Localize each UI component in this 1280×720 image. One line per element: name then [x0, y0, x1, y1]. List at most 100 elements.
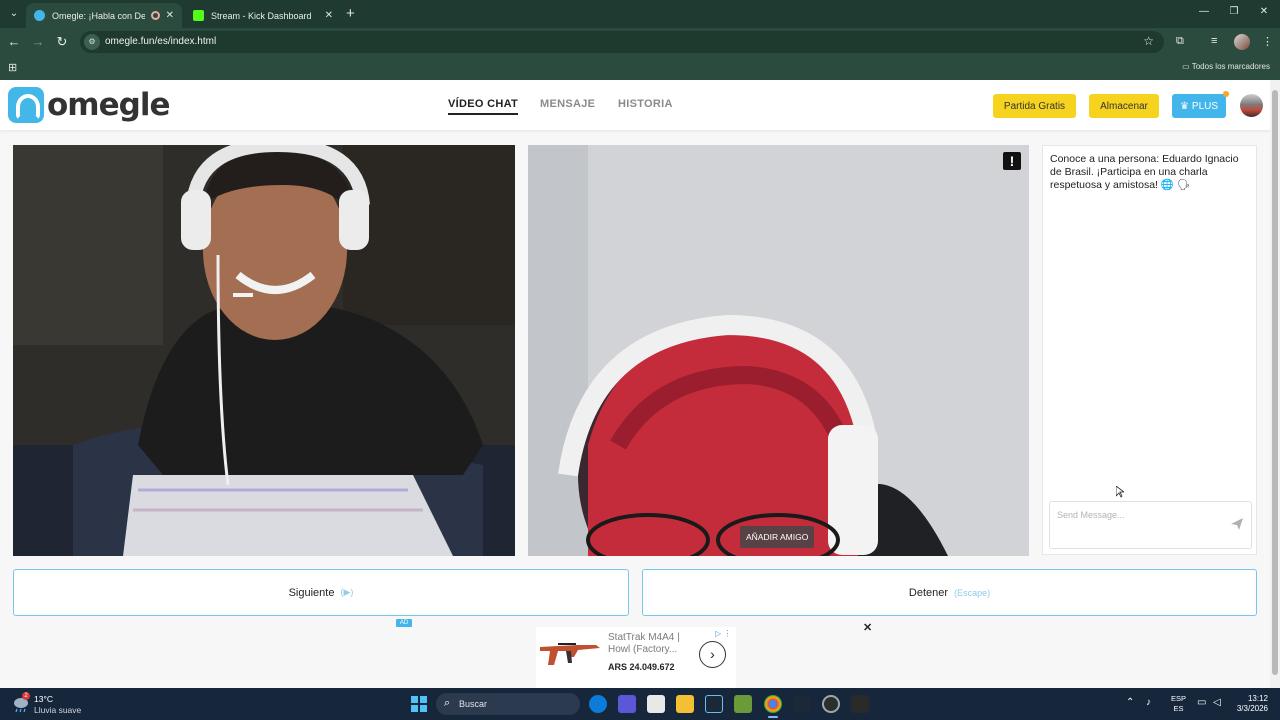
send-icon[interactable]	[1230, 517, 1244, 531]
microphone-icon[interactable]: ♪	[1146, 697, 1151, 708]
address-bar[interactable]: ⚙ omegle.fun/es/index.html ☆	[80, 31, 1164, 53]
profile-avatar[interactable]	[1234, 34, 1250, 50]
chrome-icon[interactable]	[764, 695, 782, 718]
windows-start-icon[interactable]	[411, 696, 427, 712]
ad-choices-icon[interactable]: ▷ ⋮	[715, 629, 731, 638]
obs-icon[interactable]	[822, 695, 840, 713]
next-button[interactable]: Siguiente (▶)	[13, 569, 629, 616]
all-bookmarks-label: Todos los marcadores	[1191, 62, 1270, 71]
omegle-logo[interactable]: omegle	[8, 87, 170, 123]
stop-button[interactable]: Detener (Escape)	[642, 569, 1257, 616]
page-content: omegle VÍDEO CHAT MENSAJE HISTORIA Parti…	[0, 80, 1270, 688]
minimize-icon[interactable]: —	[1194, 6, 1214, 17]
ad-title: StatTrak M4A4 | Howl (Factory...	[608, 632, 680, 655]
volume-icon[interactable]: ◁	[1213, 697, 1221, 708]
reload-icon[interactable]: ↻	[54, 34, 70, 50]
stop-hint: (Escape)	[954, 587, 991, 598]
bookmark-star-icon[interactable]: ☆	[1143, 34, 1154, 48]
minecraft-icon[interactable]	[734, 695, 752, 713]
tab-search-chevron-icon[interactable]: ⌄	[6, 6, 22, 22]
clock-time: 13:12	[1247, 694, 1268, 703]
steam-secondary-icon[interactable]	[793, 695, 811, 713]
nav-historia[interactable]: HISTORIA	[618, 98, 673, 110]
restore-icon[interactable]: ❐	[1224, 6, 1244, 17]
folder-icon: ▭	[1182, 62, 1192, 71]
weather-badge: 2	[22, 692, 30, 700]
microsoft-365-icon[interactable]	[618, 695, 636, 713]
tab-omegle[interactable]: Omegle: ¡Habla con Descon ✕	[26, 3, 182, 28]
edge-icon[interactable]	[589, 695, 607, 713]
scrollbar-thumb[interactable]	[1272, 90, 1278, 675]
kick-favicon-icon	[193, 10, 204, 21]
chat-input-placeholder: Send Message...	[1057, 510, 1125, 520]
plus-label: PLUS	[1191, 100, 1219, 112]
network-icon[interactable]: ▭	[1197, 697, 1206, 708]
extensions-icon[interactable]: ⧉	[1176, 35, 1184, 48]
free-match-button[interactable]: Partida Gratis	[993, 94, 1076, 118]
browser-menu-icon[interactable]: ⋮	[1262, 35, 1273, 48]
all-bookmarks-button[interactable]: ▭ Todos los marcadores	[1182, 62, 1270, 71]
tab-kick-title: Stream - Kick Dashboard	[211, 10, 312, 21]
notification-dot	[1223, 91, 1229, 97]
microsoft-store-icon[interactable]	[647, 695, 665, 713]
back-icon[interactable]: ←	[6, 34, 22, 49]
stop-label: Detener	[908, 586, 949, 599]
logo-text: omegle	[47, 87, 170, 123]
language-code: ESP	[1171, 694, 1187, 703]
recording-indicator-icon	[150, 11, 160, 20]
page-scrollbar[interactable]	[1270, 80, 1280, 688]
self-video: ! AÑADIR AMIGO	[528, 145, 1029, 556]
url-text: omegle.fun/es/index.html	[105, 36, 217, 47]
clock[interactable]: 13:12 3/3/2026	[1228, 694, 1268, 714]
browser-toolbar: ← → ↻ ⚙ omegle.fun/es/index.html ☆ ⧉ ≡ ⋮	[0, 28, 1280, 56]
next-hint: (▶)	[340, 587, 354, 597]
close-tab-icon[interactable]: ✕	[325, 10, 333, 21]
epic-games-icon[interactable]	[851, 695, 869, 713]
ad-badge: AD	[396, 619, 412, 627]
chat-system-message: Conoce a una persona: Eduardo Ignacio de…	[1050, 153, 1239, 191]
store-button[interactable]: Almacenar	[1089, 94, 1159, 118]
crown-icon: ♛	[1179, 100, 1189, 112]
file-explorer-icon[interactable]	[676, 695, 694, 713]
user-avatar[interactable]	[1240, 94, 1263, 117]
omegle-favicon-icon	[34, 10, 45, 21]
language-indicator[interactable]: ESP ES	[1171, 694, 1186, 714]
weather-temperature: 13°C	[34, 694, 53, 704]
add-friend-button[interactable]: AÑADIR AMIGO	[740, 526, 815, 548]
apps-grid-icon[interactable]: ⊞	[8, 61, 17, 74]
tray-chevron-icon[interactable]: ⌃	[1126, 697, 1134, 708]
chat-message-input[interactable]: Send Message...	[1049, 501, 1252, 549]
windows-taskbar: 2 13°C Lluvia suave ⌕ Buscar ⌃ ♪ ESP ES …	[0, 688, 1280, 720]
report-icon[interactable]: !	[1003, 152, 1021, 170]
tab-omegle-title: Omegle: ¡Habla con Descon	[52, 10, 145, 21]
nav-mensaje[interactable]: MENSAJE	[540, 98, 595, 110]
new-tab-icon[interactable]: +	[346, 5, 355, 22]
rifle-image	[540, 643, 600, 665]
taskbar-search[interactable]: ⌕ Buscar	[436, 693, 580, 715]
clock-date: 3/3/2026	[1236, 704, 1268, 713]
mouse-cursor-icon	[1116, 486, 1124, 498]
close-tab-icon[interactable]: ✕	[166, 10, 174, 21]
keyboard-layout: ES	[1173, 704, 1184, 713]
self-video-frame	[528, 145, 1029, 556]
tab-kick-dashboard[interactable]: Stream - Kick Dashboard ✕	[185, 3, 341, 28]
forward-icon[interactable]: →	[30, 34, 46, 49]
search-icon: ⌕	[444, 697, 451, 709]
chat-panel: Conoce a una persona: Eduardo Ignacio de…	[1042, 145, 1257, 555]
weather-description: Lluvia suave	[34, 705, 82, 715]
next-label: Siguiente	[288, 586, 335, 599]
media-controls-icon[interactable]: ≡	[1211, 35, 1217, 47]
ad-price: ARS 24.049.672	[608, 662, 675, 672]
stranger-video	[13, 145, 515, 556]
browser-tab-bar: ⌄ Omegle: ¡Habla con Descon ✕ Stream - K…	[0, 0, 1280, 28]
search-label: Buscar	[459, 699, 488, 709]
ad-close-icon[interactable]: ✕	[863, 621, 872, 634]
nav-video-chat[interactable]: VÍDEO CHAT	[448, 98, 519, 115]
plus-button[interactable]: ♛ PLUS	[1172, 91, 1229, 118]
steam-icon[interactable]	[705, 695, 723, 713]
ad-arrow-icon[interactable]: ›	[699, 641, 726, 668]
bookmarks-bar: ⊞ ▭ Todos los marcadores	[0, 56, 1280, 80]
window-close-icon[interactable]: ✕	[1254, 6, 1274, 17]
site-info-icon[interactable]: ⚙	[84, 34, 100, 50]
ad-banner[interactable]: StatTrak M4A4 | Howl (Factory... ARS 24.…	[536, 627, 736, 688]
